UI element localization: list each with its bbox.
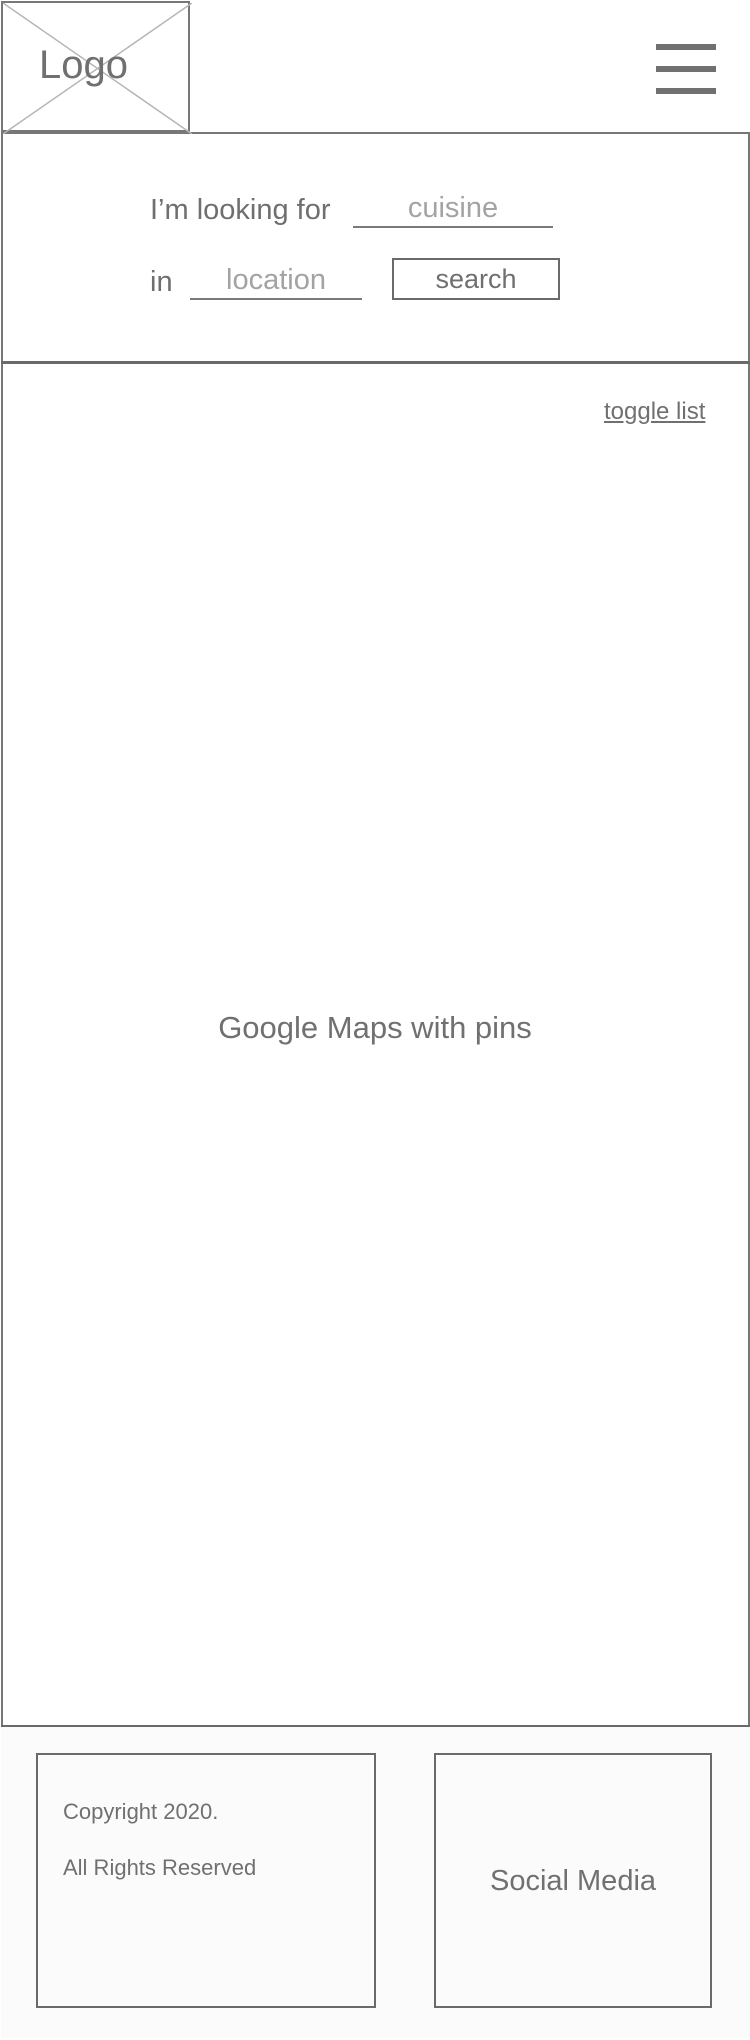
location-field[interactable]: location (190, 264, 362, 300)
social-media-box[interactable]: Social Media (434, 1753, 712, 2008)
search-button[interactable]: search (392, 258, 560, 300)
location-prefix-label: in (150, 266, 173, 298)
copyright-box: Copyright 2020. All Rights Reserved (36, 1753, 376, 2008)
hamburger-line (656, 66, 716, 72)
cuisine-field[interactable]: cuisine (353, 192, 553, 228)
social-media-label: Social Media (489, 1865, 657, 1897)
hamburger-line (656, 44, 716, 50)
map-area[interactable] (3, 366, 748, 1726)
cuisine-placeholder: cuisine (407, 192, 499, 224)
logo[interactable]: Logo (1, 1, 192, 134)
logo-text: Logo (39, 43, 128, 87)
page: Logo I’m looking for cuisine in location… (0, 0, 750, 2040)
copyright-line-2: All Rights Reserved (63, 1855, 257, 1880)
hamburger-line (656, 88, 716, 94)
toggle-list-link[interactable]: toggle list (604, 398, 705, 426)
hamburger-menu-icon[interactable] (656, 44, 716, 96)
map-placeholder-label: Google Maps with pins (218, 1010, 532, 1045)
location-placeholder: location (226, 264, 326, 296)
search-panel (1, 132, 750, 364)
search-prefix-label: I’m looking for (150, 194, 331, 226)
copyright-line-1: Copyright 2020. (63, 1799, 219, 1824)
